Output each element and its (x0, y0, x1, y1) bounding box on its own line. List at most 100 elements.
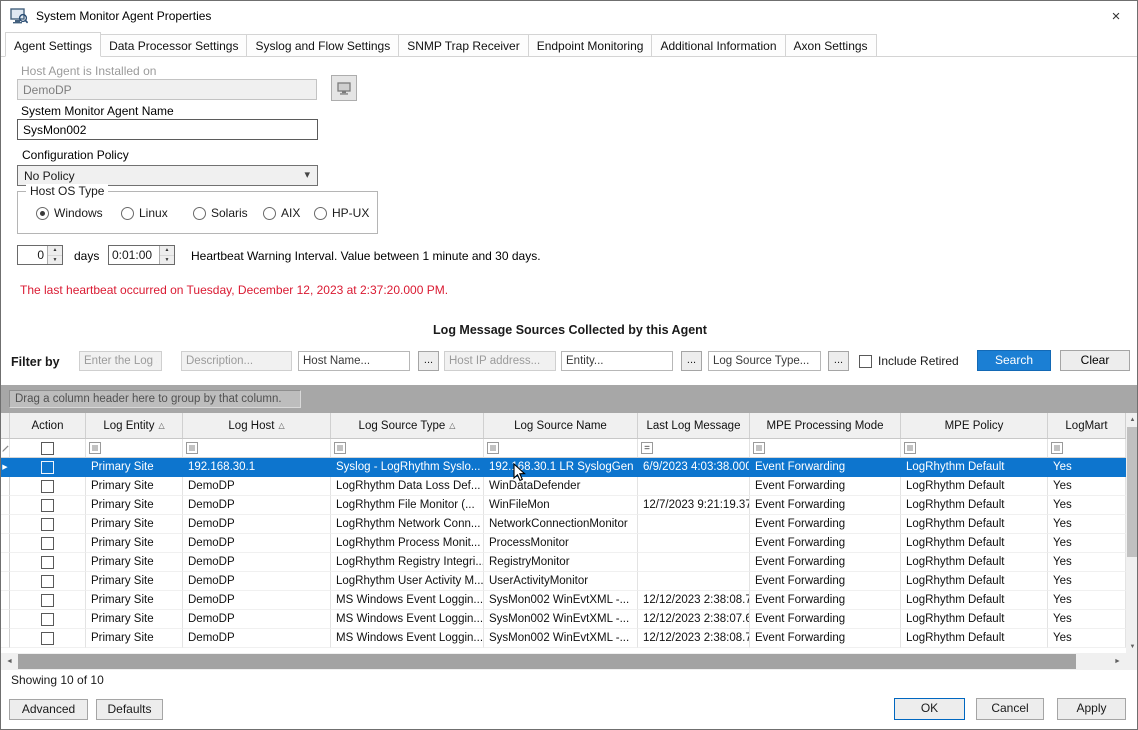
log-host-filter-cell[interactable] (183, 439, 331, 457)
configuration-policy-select[interactable]: No Policy ▾ (17, 165, 318, 186)
log-source-type-filter-cell[interactable] (331, 439, 484, 457)
scroll-left-icon[interactable]: ◄ (1, 653, 18, 670)
tab-snmp-trap-receiver[interactable]: SNMP Trap Receiver (398, 34, 528, 56)
host-agent-button[interactable] (331, 75, 357, 101)
vertical-scrollbar[interactable]: ▲ ▼ (1126, 413, 1138, 653)
apply-button[interactable]: Apply (1057, 698, 1126, 720)
host-ip-filter-input[interactable] (444, 351, 556, 371)
filter-menu-icon[interactable] (186, 442, 198, 454)
table-row[interactable]: Primary Site DemoDP LogRhythm Network Co… (1, 515, 1126, 534)
table-row[interactable]: Primary Site DemoDP MS Windows Event Log… (1, 591, 1126, 610)
action-checkbox[interactable] (41, 575, 54, 588)
group-by-hint: Drag a column header here to group by th… (9, 390, 301, 408)
filter-menu-icon[interactable] (904, 442, 916, 454)
mpe-policy-cell: LogRhythm Default (901, 458, 1048, 477)
equals-filter-icon[interactable]: = (641, 442, 653, 454)
ok-button[interactable]: OK (894, 698, 965, 720)
spinner-down-icon[interactable]: ▼ (48, 256, 62, 265)
vertical-scrollbar-thumb[interactable] (1127, 427, 1138, 557)
search-button[interactable]: Search (977, 350, 1051, 371)
days-spinner[interactable]: 0 ▲ ▼ (17, 245, 63, 265)
tab-syslog-and-flow-settings[interactable]: Syslog and Flow Settings (246, 34, 399, 56)
host-name-browse-button[interactable]: ... (418, 351, 439, 371)
mpe-processing-mode-cell: Event Forwarding (750, 610, 901, 629)
include-retired-checkbox[interactable]: Include Retired (859, 354, 959, 368)
filter-menu-icon[interactable] (89, 442, 101, 454)
last-log-message-filter-cell[interactable]: = (638, 439, 750, 457)
tab-axon-settings[interactable]: Axon Settings (785, 34, 877, 56)
action-checkbox[interactable] (41, 461, 54, 474)
table-row[interactable]: Primary Site DemoDP MS Windows Event Log… (1, 629, 1126, 648)
action-checkbox[interactable] (41, 632, 54, 645)
tab-endpoint-monitoring[interactable]: Endpoint Monitoring (528, 34, 653, 56)
defaults-button[interactable]: Defaults (96, 699, 163, 720)
column-header-mpe-processing-mode[interactable]: MPE Processing Mode (750, 413, 901, 438)
column-header-log-host[interactable]: Log Host△ (183, 413, 331, 438)
mpe-policy-filter-cell[interactable] (901, 439, 1048, 457)
scroll-right-icon[interactable]: ► (1109, 653, 1126, 670)
column-header-log-entity[interactable]: Log Entity△ (86, 413, 183, 438)
spinner-up-icon[interactable]: ▲ (48, 246, 62, 256)
agent-name-input[interactable] (17, 119, 318, 140)
advanced-button[interactable]: Advanced (9, 699, 88, 720)
checkbox-icon (859, 355, 872, 368)
table-row[interactable]: Primary Site DemoDP LogRhythm User Activ… (1, 572, 1126, 591)
action-checkbox[interactable] (41, 480, 54, 493)
column-header-last-log-message[interactable]: Last Log Message (638, 413, 750, 438)
table-row[interactable]: Primary Site DemoDP LogRhythm Data Loss … (1, 477, 1126, 496)
tab-additional-information[interactable]: Additional Information (651, 34, 785, 56)
clear-button[interactable]: Clear (1060, 350, 1130, 371)
action-filter-checkbox[interactable] (41, 442, 54, 455)
radio-hpux[interactable]: HP-UX (314, 206, 369, 220)
cancel-button[interactable]: Cancel (976, 698, 1044, 720)
table-row[interactable]: ▶ Primary Site 192.168.30.1 Syslog - Log… (1, 458, 1126, 477)
filter-menu-icon[interactable] (1051, 442, 1063, 454)
host-name-filter-input[interactable] (298, 351, 410, 371)
log-source-type-filter-input[interactable] (708, 351, 821, 371)
table-row[interactable]: Primary Site DemoDP LogRhythm Registry I… (1, 553, 1126, 572)
radio-linux[interactable]: Linux (121, 206, 168, 220)
log-source-type-cell: MS Windows Event Loggin... (331, 629, 484, 648)
description-filter-input[interactable] (181, 351, 292, 371)
spinner-down-icon[interactable]: ▼ (160, 256, 174, 265)
column-header-log-source-name[interactable]: Log Source Name (484, 413, 638, 438)
action-cell (10, 610, 86, 629)
group-by-bar[interactable]: Drag a column header here to group by th… (1, 385, 1138, 413)
action-checkbox[interactable] (41, 499, 54, 512)
table-row[interactable]: Primary Site DemoDP LogRhythm File Monit… (1, 496, 1126, 515)
log-source-name-filter-cell[interactable] (484, 439, 638, 457)
interval-spinner[interactable]: 0:01:00 ▲ ▼ (108, 245, 175, 265)
entity-browse-button[interactable]: ... (681, 351, 702, 371)
column-header-action[interactable]: Action (10, 413, 86, 438)
radio-windows[interactable]: Windows (36, 206, 103, 220)
action-checkbox[interactable] (41, 537, 54, 550)
close-button[interactable]: × (1095, 1, 1137, 31)
horizontal-scrollbar-thumb[interactable] (18, 654, 1076, 669)
log-source-type-browse-button[interactable]: ... (828, 351, 849, 371)
filter-menu-icon[interactable] (753, 442, 765, 454)
scroll-down-icon[interactable]: ▼ (1126, 640, 1138, 653)
horizontal-scrollbar[interactable]: ◄ ► (1, 653, 1126, 670)
column-header-mpe-policy[interactable]: MPE Policy (901, 413, 1048, 438)
table-row[interactable]: Primary Site DemoDP MS Windows Event Log… (1, 610, 1126, 629)
scroll-up-icon[interactable]: ▲ (1126, 413, 1138, 426)
filter-menu-icon[interactable] (334, 442, 346, 454)
radio-solaris[interactable]: Solaris (193, 206, 248, 220)
action-checkbox[interactable] (41, 556, 54, 569)
spinner-up-icon[interactable]: ▲ (160, 246, 174, 256)
action-checkbox[interactable] (41, 613, 54, 626)
log-entity-filter-cell[interactable] (86, 439, 183, 457)
mpe-processing-mode-filter-cell[interactable] (750, 439, 901, 457)
column-header-log-source-type[interactable]: Log Source Type△ (331, 413, 484, 438)
column-header-logmart[interactable]: LogMart (1048, 413, 1126, 438)
action-checkbox[interactable] (41, 518, 54, 531)
logmart-filter-cell[interactable] (1048, 439, 1126, 457)
table-row[interactable]: Primary Site DemoDP LogRhythm Process Mo… (1, 534, 1126, 553)
tab-data-processor-settings[interactable]: Data Processor Settings (100, 34, 247, 56)
filter-menu-icon[interactable] (487, 442, 499, 454)
entity-filter-input[interactable] (561, 351, 673, 371)
action-checkbox[interactable] (41, 594, 54, 607)
radio-aix[interactable]: AIX (263, 206, 300, 220)
tab-agent-settings[interactable]: Agent Settings (5, 32, 101, 57)
log-source-filter-input[interactable] (79, 351, 162, 371)
